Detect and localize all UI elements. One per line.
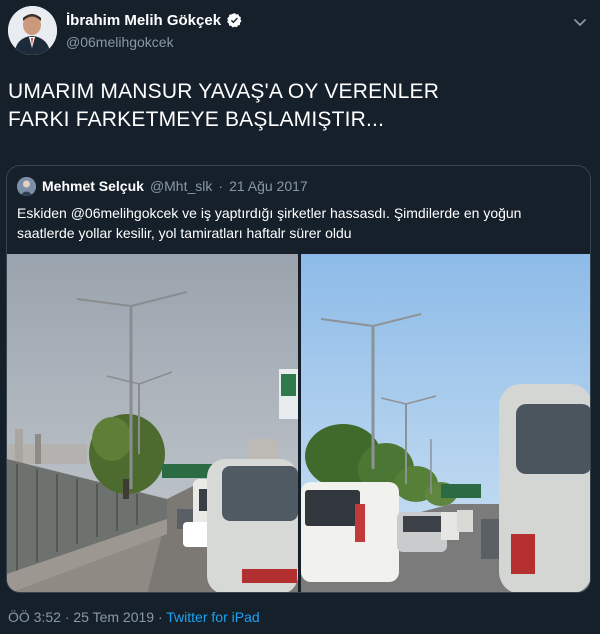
separator-dot: · (218, 178, 224, 194)
avatar[interactable] (8, 6, 57, 55)
author-display-name[interactable]: İbrahim Melih Gökçek (66, 12, 221, 29)
quoted-handle: @Mht_slk (149, 178, 213, 194)
quoted-avatar (17, 176, 36, 196)
tweet-time[interactable]: ÖÖ 3:52 (8, 609, 61, 625)
separator-dot: · (157, 609, 163, 625)
tweet-text: UMARIM MANSUR YAVAŞ'A OY VERENLER FARKI … (8, 78, 568, 134)
quoted-tweet-header: Mehmet Selçuk @Mht_slk · 21 Ağu 2017 (17, 176, 308, 196)
quoted-display-name: Mehmet Selçuk (42, 178, 144, 194)
author-name-row[interactable]: İbrahim Melih Gökçek (66, 12, 243, 29)
tweet: İbrahim Melih Gökçek @06melihgokcek UMAR… (0, 0, 600, 634)
quoted-date: 21 Ağu 2017 (229, 178, 308, 194)
highway-traffic-photo-right[interactable] (301, 254, 590, 592)
quoted-text-line: saatlerde yollar kesilir, yol tamiratlar… (17, 225, 352, 241)
tweet-source-link[interactable]: Twitter for iPad (166, 609, 259, 625)
tweet-text-line: UMARIM MANSUR YAVAŞ'A OY VERENLER (8, 80, 440, 103)
tweet-footer: ÖÖ 3:52 · 25 Tem 2019 · Twitter for iPad (8, 609, 260, 625)
separator-dot: · (64, 609, 70, 625)
chevron-down-icon[interactable] (572, 14, 588, 30)
author-handle[interactable]: @06melihgokcek (66, 34, 174, 50)
tweet-text-line: FARKI FARKETMEYE BAŞLAMIŞTIR... (8, 108, 385, 131)
tweet-date[interactable]: 25 Tem 2019 (73, 609, 154, 625)
quoted-media (7, 254, 590, 592)
highway-traffic-photo-left[interactable] (7, 254, 298, 592)
quoted-tweet-text: Eskiden @06melihgokcek ve iş yaptırdığı … (17, 203, 582, 243)
quoted-text-line: Eskiden @06melihgokcek ve iş yaptırdığı … (17, 205, 522, 221)
quoted-tweet-card[interactable]: Mehmet Selçuk @Mht_slk · 21 Ağu 2017 Esk… (6, 165, 591, 593)
verified-badge-icon (227, 13, 242, 28)
